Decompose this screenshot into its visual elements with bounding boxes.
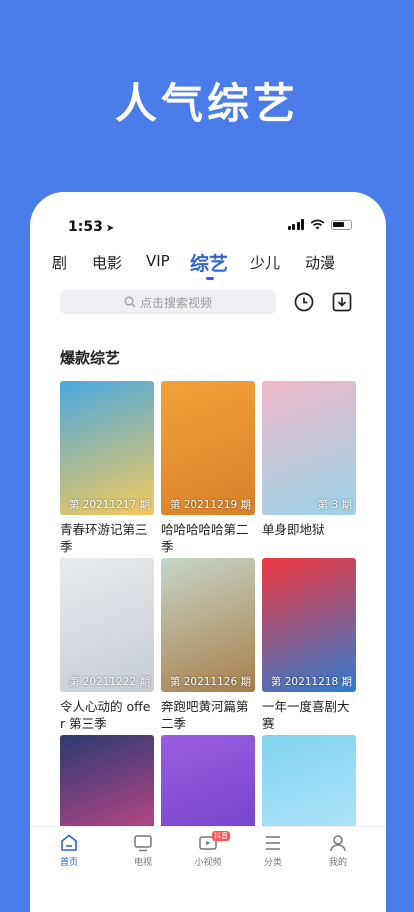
episode-label: 第 3 期	[317, 499, 352, 511]
show-poster[interactable]: 第 3 期	[262, 381, 356, 515]
download-icon[interactable]	[331, 291, 353, 313]
nav-tv[interactable]: 电视	[118, 833, 168, 868]
active-tab-indicator	[206, 277, 214, 280]
show-title[interactable]: 一年一度喜剧大赛	[262, 698, 356, 732]
show-title[interactable]: 单身即地狱	[262, 521, 356, 538]
bottom-nav: 首页 电视 抖音 小视频 分类 我的	[30, 826, 386, 879]
show-title[interactable]: 令人心动的 offer 第三季	[60, 698, 154, 732]
episode-label: 第 20211126 期	[169, 676, 251, 688]
nav-home[interactable]: 首页	[44, 833, 94, 868]
nav-short-video-label: 小视频	[194, 858, 222, 868]
nav-home-label: 首页	[59, 858, 78, 868]
search-input[interactable]: 点击搜索视频	[60, 290, 276, 314]
show-title[interactable]: 奔跑吧黄河篇第二季	[161, 698, 255, 732]
show-card[interactable]: 第 20211218 期一年一度喜剧大赛	[262, 558, 356, 732]
show-card[interactable]: 第 3 期单身即地狱	[262, 381, 356, 538]
nav-category-label: 分类	[263, 858, 282, 868]
show-card[interactable]: 第 20211126 期奔跑吧黄河篇第二季	[161, 558, 255, 732]
tab-variety[interactable]: 综艺	[190, 249, 228, 276]
profile-icon	[330, 835, 346, 852]
episode-label: 第 20211222 期	[68, 676, 150, 688]
location-arrow-icon: ➤	[105, 223, 115, 234]
tv-icon	[134, 835, 152, 852]
tab-vip[interactable]: VIP	[146, 252, 170, 270]
episode-label: 第 20211217 期	[68, 499, 150, 511]
short-video-badge: 抖音	[212, 831, 230, 841]
episode-label: 第 20211219 期	[169, 499, 251, 511]
status-bar: 1:53 ➤	[30, 192, 386, 236]
search-icon	[124, 296, 136, 308]
show-card[interactable]: 第 20211217 期青春环游记第三季	[60, 381, 154, 555]
tab-kids[interactable]: 少儿	[250, 252, 280, 273]
home-icon	[61, 834, 77, 851]
show-poster[interactable]: 第 20211126 期	[161, 558, 255, 692]
category-icon	[266, 836, 280, 850]
nav-category[interactable]: 分类	[248, 833, 298, 868]
cellular-signal-icon	[287, 219, 304, 230]
section-title: 爆款综艺	[60, 349, 121, 367]
show-title[interactable]: 青春环游记第三季	[60, 521, 154, 555]
nav-short-video[interactable]: 抖音 小视频	[183, 831, 233, 868]
episode-label: 第 20211218 期	[270, 676, 352, 688]
show-poster[interactable]: 第 20211219 期	[161, 381, 255, 515]
show-card[interactable]: 第 20211219 期哈哈哈哈哈第二季	[161, 381, 255, 555]
tab-anime[interactable]: 动漫	[305, 252, 335, 273]
category-tabs: 剧 电影 VIP 综艺 少儿 动漫	[30, 252, 386, 286]
show-title[interactable]: 哈哈哈哈哈第二季	[161, 521, 255, 555]
status-icons	[287, 219, 352, 230]
status-time: 1:53 ➤	[68, 219, 115, 235]
battery-icon	[331, 219, 352, 230]
show-poster[interactable]: 第 20211222 期	[60, 558, 154, 692]
tab-movie[interactable]: 电影	[92, 252, 122, 273]
nav-profile-label: 我的	[328, 858, 347, 868]
promo-title: 人气综艺	[114, 79, 299, 128]
show-poster[interactable]: 第 20211218 期	[262, 558, 356, 692]
wifi-icon	[310, 219, 325, 230]
history-clock-icon[interactable]	[293, 291, 315, 313]
show-poster[interactable]: 第 20211217 期	[60, 381, 154, 515]
phone-frame: 1:53 ➤ 剧 电影 VIP 综艺 少儿 动漫 点击搜索视频 爆款综艺 第 2…	[30, 192, 386, 912]
nav-profile[interactable]: 我的	[313, 833, 363, 868]
search-placeholder: 点击搜索视频	[139, 295, 212, 310]
show-card[interactable]: 第 20211222 期令人心动的 offer 第三季	[60, 558, 154, 732]
tab-drama[interactable]: 剧	[52, 252, 67, 273]
nav-tv-label: 电视	[133, 858, 152, 868]
